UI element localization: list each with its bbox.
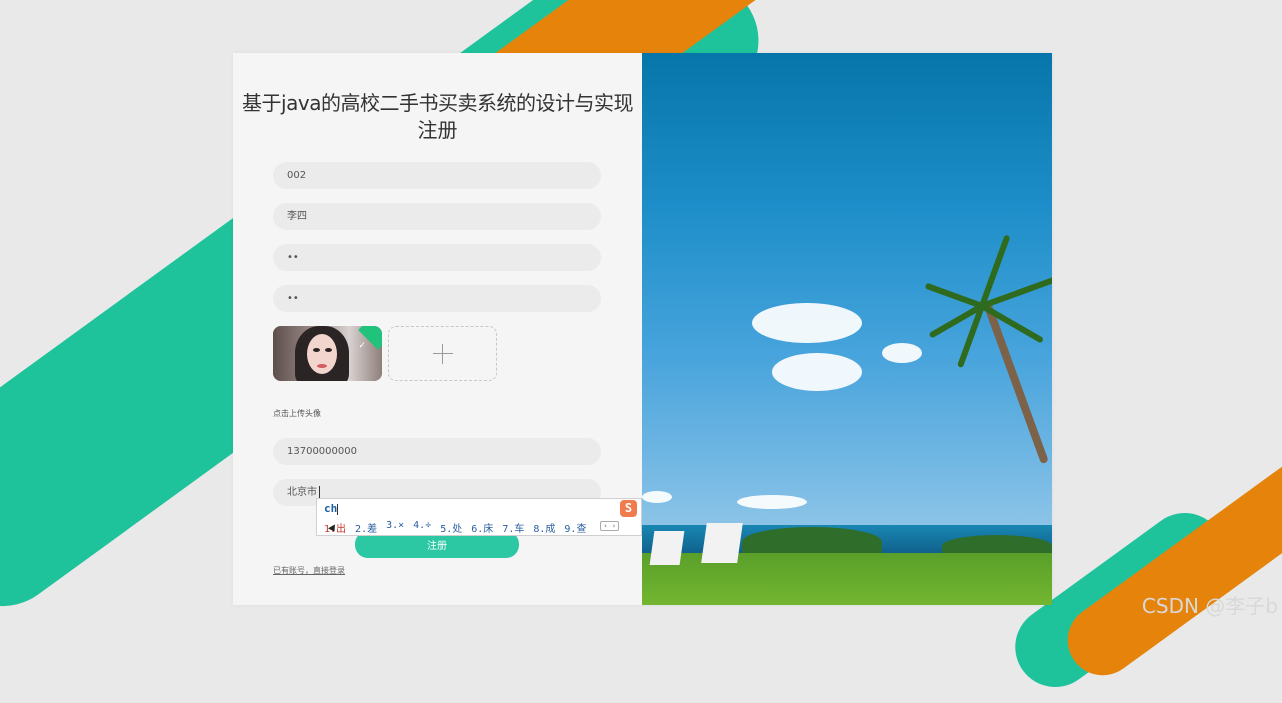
avatar-lips [317, 364, 327, 368]
ime-page-arrows[interactable]: ‹ › [600, 521, 619, 531]
cloud [752, 303, 862, 343]
confirm-password-input[interactable]: •• [273, 285, 601, 312]
beach-photo [642, 53, 1052, 605]
beach-chair [649, 531, 685, 565]
palm-frond [924, 282, 984, 309]
page-title: 基于java的高校二手书买卖系统的设计与实现 [242, 91, 633, 115]
phone-input[interactable]: 13700000000 [273, 438, 601, 465]
sogou-ime-icon: S [620, 500, 637, 517]
cloud [882, 343, 922, 363]
ime-candidate[interactable]: 3.× [386, 520, 404, 535]
account-input[interactable]: 002 [273, 162, 601, 189]
ime-candidate[interactable]: 6.床 [471, 520, 493, 535]
ime-candidate[interactable]: 9.查 [564, 520, 586, 535]
confirm-password-value: •• [287, 293, 299, 304]
name-input[interactable]: 李四 [273, 203, 601, 230]
ime-candidate-window[interactable]: ch 1.出 2.差 3.× 4.÷ 5.处 6.床 7.车 8.成 9.查 ‹… [316, 498, 642, 536]
ime-candidate[interactable]: 5.处 [440, 520, 462, 535]
check-icon: ✓ [358, 341, 366, 351]
ime-caret [337, 503, 339, 515]
password-input[interactable]: •• [273, 244, 601, 271]
avatar-thumbnail[interactable]: ✓ [273, 326, 382, 381]
form-title: 注册 [417, 118, 458, 142]
avatar-eye [313, 348, 320, 352]
ime-input-text: ch [324, 502, 338, 515]
password-value: •• [287, 252, 299, 263]
csdn-watermark: CSDN @李子b [1141, 594, 1278, 618]
text-caret [319, 486, 320, 498]
avatar-eye [325, 348, 332, 352]
decor-stripe-orange-bottom [1053, 420, 1282, 690]
cloud [772, 353, 862, 391]
ime-composition: ch [324, 502, 339, 515]
cloud [737, 495, 807, 509]
cloud [642, 491, 672, 503]
beach-chair [701, 523, 743, 563]
name-value: 李四 [287, 211, 307, 222]
ime-candidate[interactable]: 2.差 [355, 520, 377, 535]
ime-candidate[interactable]: 4.÷ [413, 520, 431, 535]
ime-candidate[interactable]: 7.车 [502, 520, 524, 535]
plus-icon [432, 343, 453, 364]
avatar-upload-hint: 点击上传头像 [273, 409, 321, 418]
account-value: 002 [287, 170, 307, 181]
phone-value: 13700000000 [287, 446, 357, 457]
ime-candidates: 1.出 2.差 3.× 4.÷ 5.处 6.床 7.车 8.成 9.查 [324, 520, 586, 535]
address-value: 北京市 [287, 487, 317, 498]
avatar-face [307, 334, 337, 374]
avatar-upload-button[interactable] [388, 326, 497, 381]
ime-candidate[interactable]: 8.成 [533, 520, 555, 535]
login-link[interactable]: 已有账号，直接登录 [273, 565, 345, 576]
